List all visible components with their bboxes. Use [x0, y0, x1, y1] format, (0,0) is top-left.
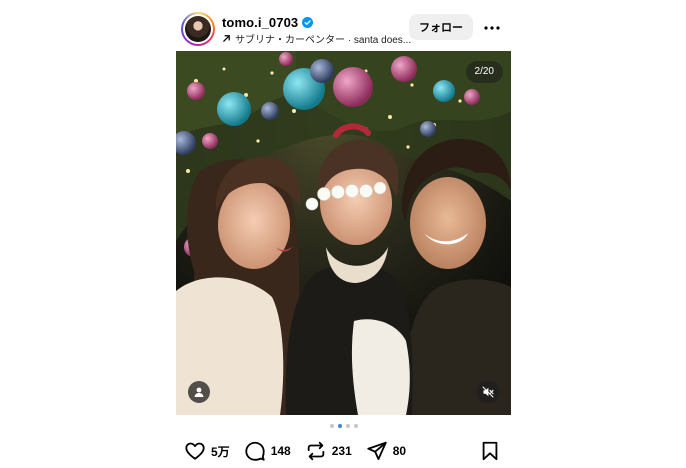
carousel-dot: [353, 424, 358, 428]
bookmark-icon: [482, 441, 498, 461]
follow-button[interactable]: フォロー: [409, 14, 473, 40]
share-button[interactable]: 80: [366, 440, 406, 462]
comment-button[interactable]: 148: [244, 440, 291, 462]
post-header: tomo.i_0703 サブリナ・カーペンター · santa does... …: [176, 10, 511, 46]
repost-count: 231: [331, 444, 352, 458]
carousel-dot-active: [337, 424, 342, 428]
audio-link[interactable]: サブリナ・カーペンター · santa does...: [222, 31, 412, 46]
avatar-photo: [185, 16, 211, 42]
user-tag-icon: [194, 387, 204, 397]
post-photo[interactable]: 2/20: [176, 51, 511, 415]
comment-count: 148: [270, 444, 291, 458]
share-icon: [367, 441, 387, 460]
audio-arrow-icon: [223, 34, 230, 42]
photo-scene: [176, 51, 511, 415]
heart-icon: [185, 442, 205, 460]
repost-icon: [307, 441, 324, 461]
verified-badge-icon: [302, 16, 314, 28]
repost-button[interactable]: 231: [305, 440, 352, 462]
avatar[interactable]: [181, 12, 215, 46]
carousel-dots: [176, 424, 511, 430]
like-button[interactable]: 5万: [184, 440, 230, 462]
save-button[interactable]: [479, 440, 501, 462]
comment-icon: [245, 441, 265, 461]
mute-icon: [482, 386, 494, 398]
username[interactable]: tomo.i_0703: [222, 15, 298, 30]
user-tag-button[interactable]: [188, 381, 210, 403]
share-count: 80: [392, 444, 407, 458]
username-row: tomo.i_0703: [222, 14, 314, 30]
audio-label: サブリナ・カーペンター · santa does...: [235, 34, 412, 46]
carousel-counter: 2/20: [465, 61, 503, 83]
like-count: 5万: [211, 444, 230, 459]
mute-button[interactable]: [477, 381, 499, 403]
more-icon[interactable]: [482, 18, 502, 38]
carousel-dot: [345, 424, 350, 428]
action-bar: 5万 148 231 80: [184, 440, 420, 462]
instagram-post: tomo.i_0703 サブリナ・カーペンター · santa does... …: [176, 0, 511, 468]
carousel-dot: [329, 424, 334, 428]
